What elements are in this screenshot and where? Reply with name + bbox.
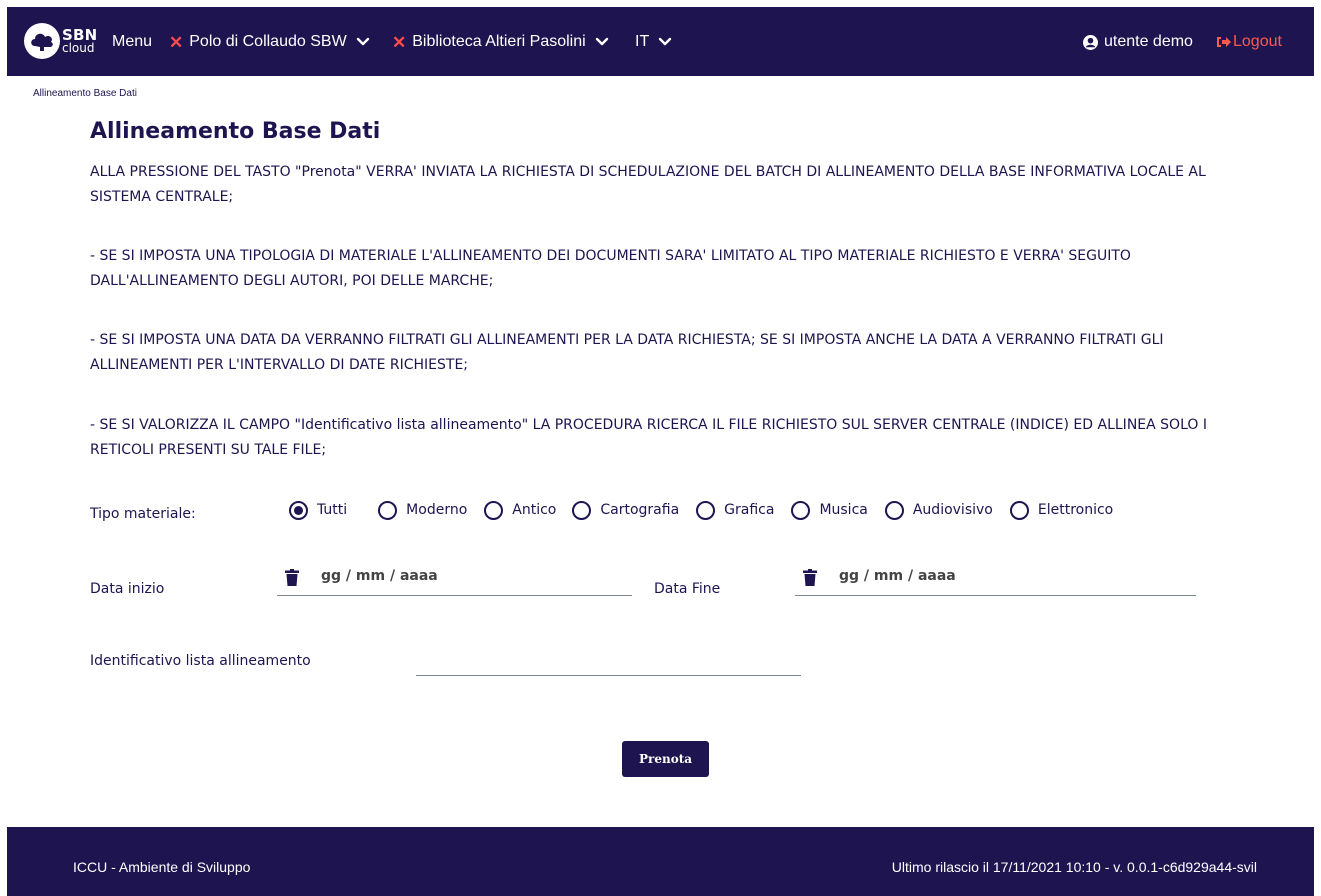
radio-label: Moderno [406, 502, 468, 518]
radio-label: Elettronico [1037, 502, 1114, 518]
identificativo-input[interactable] [416, 650, 801, 676]
language-selector[interactable]: IT [635, 31, 673, 53]
radio-button[interactable] [791, 500, 811, 520]
radio-label: Musica [819, 502, 868, 518]
trash-icon[interactable] [285, 569, 299, 586]
breadcrumb[interactable]: Allineamento Base Dati [33, 88, 137, 99]
radio-button[interactable] [1009, 500, 1029, 520]
radio-label: Grafica [724, 502, 775, 518]
info-paragraph-3: - SE SI IMPOSTA UNA DATA DA VERRANNO FIL… [90, 332, 1164, 373]
top-navbar: SBN cloud Menu ✕ Polo di Collaudo SBW ✕ … [7, 7, 1314, 76]
radio-cartografia[interactable]: Cartografia [572, 500, 680, 520]
polo-label: Polo di Collaudo SBW [189, 33, 347, 50]
info-paragraph-2: - SE SI IMPOSTA UNA TIPOLOGIA DI MATERIA… [90, 248, 1131, 289]
logo-cloud-text: cloud [62, 41, 95, 55]
trash-icon[interactable] [803, 569, 817, 586]
language-label: IT [635, 33, 650, 50]
radio-elettronico[interactable]: Elettronico [1009, 500, 1114, 520]
logout-button[interactable]: Logout [1216, 31, 1282, 53]
sign-out-icon [1217, 37, 1231, 47]
radio-tutti[interactable]: Tutti [289, 500, 348, 520]
radio-button[interactable] [484, 500, 504, 520]
page-title: Allineamento Base Dati [90, 119, 381, 144]
radio-moderno[interactable]: Moderno [378, 500, 468, 520]
radio-button-checked[interactable] [289, 500, 308, 520]
close-icon[interactable]: ✕ [169, 34, 183, 51]
sbn-cloud-logo[interactable]: SBN cloud [24, 23, 97, 59]
radio-label: Antico [512, 502, 557, 518]
data-inizio-input[interactable]: gg / mm / aaaa [321, 568, 438, 584]
tipo-materiale-radio-group: Tutti Moderno Antico Cartografia Grafica… [289, 498, 1113, 522]
close-icon[interactable]: ✕ [392, 34, 406, 51]
info-paragraph-4: - SE SI VALORIZZA IL CAMPO "Identificati… [90, 417, 1207, 458]
chevron-down-icon[interactable] [355, 34, 371, 50]
footer-release-info: Ultimo rilascio il 17/11/2021 10:10 - v.… [891, 859, 1257, 875]
data-inizio-label: Data inizio [90, 581, 165, 597]
radio-label: Tutti [317, 502, 348, 518]
identificativo-label: Identificativo lista allineamento [90, 653, 311, 669]
data-inizio-field[interactable]: gg / mm / aaaa [277, 566, 632, 596]
user-circle-icon [1083, 34, 1098, 50]
data-fine-input[interactable]: gg / mm / aaaa [839, 568, 956, 584]
radio-button[interactable] [378, 500, 398, 520]
radio-grafica[interactable]: Grafica [696, 500, 775, 520]
prenota-button[interactable]: Prenota [622, 741, 709, 777]
footer: ICCU - Ambiente di Sviluppo Ultimo rilas… [7, 827, 1314, 896]
data-fine-label: Data Fine [654, 581, 721, 597]
radio-label: Cartografia [600, 502, 680, 518]
biblioteca-selector[interactable]: ✕ Biblioteca Altieri Pasolini [392, 31, 610, 53]
menu-link[interactable]: Menu [112, 31, 152, 53]
radio-button[interactable] [884, 500, 904, 520]
info-paragraph-1: ALLA PRESSIONE DEL TASTO "Prenota" VERRA… [90, 164, 1206, 205]
user-menu[interactable]: utente demo [1083, 31, 1193, 53]
tipo-materiale-label: Tipo materiale: [90, 506, 196, 522]
user-name: utente demo [1104, 33, 1193, 50]
radio-antico[interactable]: Antico [484, 500, 557, 520]
radio-button[interactable] [696, 500, 716, 520]
polo-selector[interactable]: ✕ Polo di Collaudo SBW [169, 31, 371, 53]
radio-button[interactable] [572, 500, 592, 520]
biblioteca-label: Biblioteca Altieri Pasolini [412, 33, 586, 50]
logout-label: Logout [1233, 33, 1282, 50]
cloud-icon [24, 23, 60, 59]
footer-environment: ICCU - Ambiente di Sviluppo [73, 859, 251, 875]
chevron-down-icon[interactable] [657, 34, 673, 50]
data-fine-field[interactable]: gg / mm / aaaa [795, 566, 1196, 596]
radio-musica[interactable]: Musica [791, 500, 868, 520]
radio-audiovisivo[interactable]: Audiovisivo [884, 500, 993, 520]
chevron-down-icon[interactable] [594, 34, 610, 50]
radio-label: Audiovisivo [912, 502, 993, 518]
